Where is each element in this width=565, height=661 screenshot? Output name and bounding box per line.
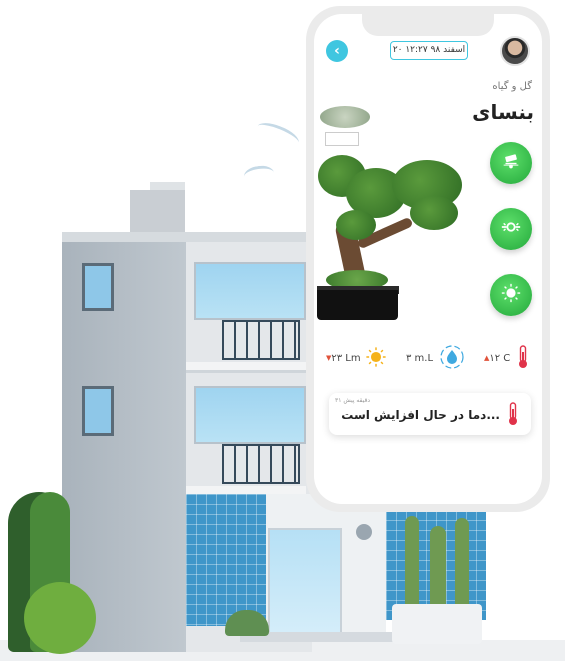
camera-button[interactable] [490, 142, 532, 184]
chimney [130, 190, 185, 234]
bird-1 [254, 118, 302, 151]
notification-time: ۳۱ دقیقه پیش [335, 397, 370, 404]
phone-notch [362, 14, 494, 36]
chevron-left-icon: ‹ [334, 43, 340, 59]
balcony-railing-bottom [222, 444, 300, 484]
balcony-railing-top [222, 320, 300, 360]
plant-category: گل و گیاه [492, 81, 532, 92]
window-large-top [194, 262, 306, 320]
tile-wall-left [186, 494, 266, 626]
window-small-bottom [82, 386, 114, 436]
notification-message: دما در حال افزایش است... [341, 408, 500, 422]
bonsai-foliage-4 [410, 196, 458, 230]
wall-lamp [356, 524, 372, 540]
bonsai-foliage-5 [336, 210, 376, 240]
user-avatar[interactable] [500, 36, 530, 66]
sun-icon [365, 346, 387, 371]
thermometer-icon [506, 400, 520, 432]
planter [392, 604, 482, 644]
window-large-bottom [194, 386, 306, 444]
bird-2 [242, 163, 276, 186]
camera-icon [500, 150, 522, 176]
light-icon [500, 282, 522, 308]
entrance-door [268, 528, 342, 640]
window-small-top [82, 263, 114, 311]
cactus-1 [405, 516, 419, 614]
water-stat: ۳ m.L [406, 344, 465, 373]
water-drop-icon [439, 344, 465, 373]
temperature-stat: ▲ ۱۲ C [484, 344, 530, 373]
bonsai-pot [317, 290, 398, 320]
datetime-display: ۲۰ اسفند ۹۸ ۱۲:۲۷ [390, 41, 468, 60]
cactus-3 [455, 518, 469, 614]
sprinkler-icon [500, 216, 522, 242]
water-value: ۳ m.L [406, 352, 434, 364]
building-roof-edge [62, 232, 307, 242]
bush-round [24, 582, 96, 654]
ledge-top [186, 362, 306, 373]
back-button[interactable]: ‹ [326, 40, 348, 62]
temperature-value: ۱۲ C [489, 352, 511, 364]
light-button[interactable] [490, 274, 532, 316]
small-pot [325, 132, 359, 146]
sprinkler-button[interactable] [490, 208, 532, 250]
light-stat: ▼ ۲۳ Lm [326, 346, 387, 370]
plant-name: بنسای [472, 100, 534, 124]
thermometer-icon [516, 344, 530, 373]
light-value: ۲۳ Lm [331, 352, 361, 364]
